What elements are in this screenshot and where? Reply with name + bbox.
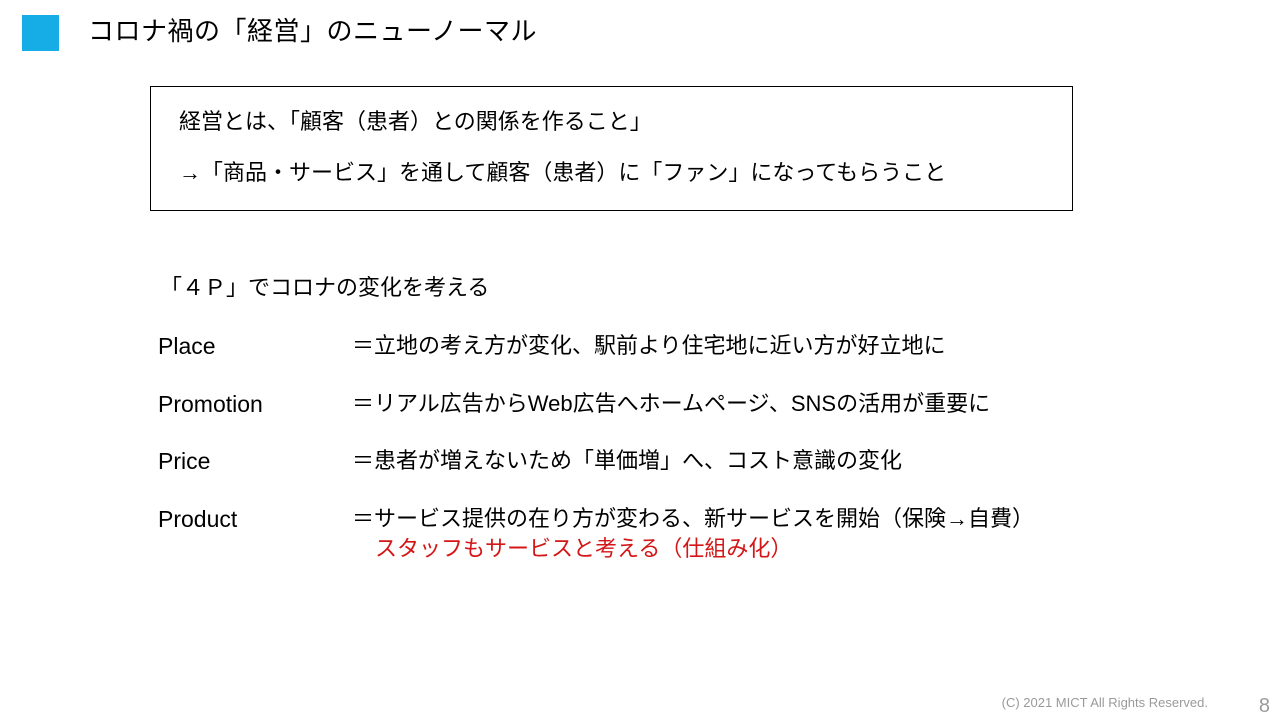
slide-canvas: コロナ禍の「経営」のニューノーマル 経営とは、「顧客（患者）との関係を作ること」…	[0, 0, 1280, 720]
four-p-value-place: ＝立地の考え方が変化、駅前より住宅地に近い方が好立地に	[352, 333, 946, 358]
four-p-value-promotion: ＝リアル広告からWeb広告へホームページ、SNSの活用が重要に	[352, 390, 991, 416]
four-p-label-price: Price	[158, 448, 211, 474]
slide-title-row: コロナ禍の「経営」のニューノーマル	[0, 0, 1280, 66]
definition-box: 経営とは、「顧客（患者）との関係を作ること」 →「商品・サービス」を通して顧客（…	[150, 86, 1073, 211]
definition-line-primary: 経営とは、「顧客（患者）との関係を作ること」	[179, 109, 652, 134]
four-p-heading: 「４Ｐ」でコロナの変化を考える	[160, 275, 490, 300]
list-item: Place ＝立地の考え方が変化、駅前より住宅地に近い方が好立地に	[0, 330, 1280, 388]
footer-copyright: (C) 2021 MICT All Rights Reserved.	[1001, 695, 1208, 710]
list-item: Price ＝患者が増えないため「単価増」へ、コスト意識の変化	[0, 445, 1280, 503]
list-item: Promotion ＝リアル広告からWeb広告へホームページ、SNSの活用が重要…	[0, 388, 1280, 446]
footer-page-number: 8	[1258, 695, 1270, 717]
page-title: コロナ禍の「経営」のニューノーマル	[88, 16, 537, 46]
four-p-label-place: Place	[158, 333, 216, 359]
four-p-list: Place ＝立地の考え方が変化、駅前より住宅地に近い方が好立地に Promot…	[0, 330, 1280, 561]
four-p-label-promotion: Promotion	[158, 390, 263, 417]
definition-line-secondary: →「商品・サービス」を通して顧客（患者）に「ファン」になってもらうこと	[179, 160, 947, 185]
four-p-value-price: ＝患者が増えないため「単価増」へ、コスト意識の変化	[352, 448, 903, 473]
four-p-label-product: Product	[158, 505, 238, 532]
four-p-subnote-highlight: スタッフもサービスと考える（仕組み化）	[375, 536, 793, 561]
four-p-value-product: ＝サービス提供の在り方が変わる、新サービスを開始（保険→自費）	[352, 505, 1035, 531]
square-bullet-icon	[22, 15, 59, 51]
